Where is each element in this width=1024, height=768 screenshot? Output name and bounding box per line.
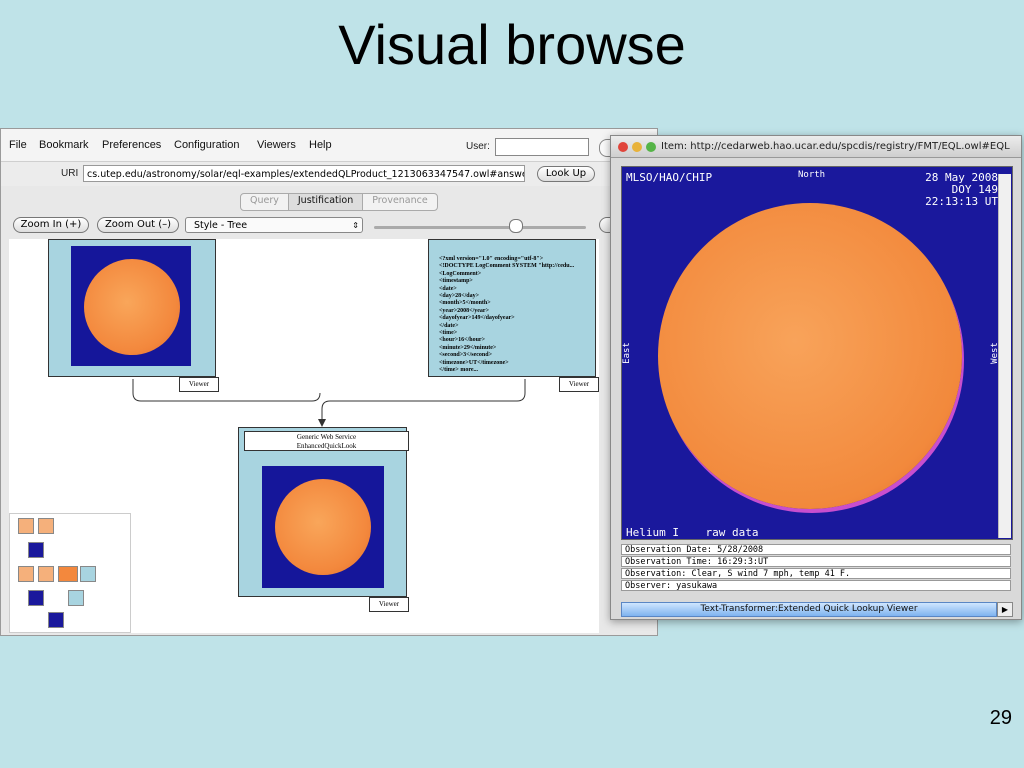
tab-justification[interactable]: Justification bbox=[287, 194, 364, 210]
item-viewer-window: Item: http://cedarweb.hao.ucar.edu/spcdi… bbox=[610, 135, 1022, 620]
view-tabs: Query Justification Provenance bbox=[240, 193, 438, 211]
observation-date: Observation Date: 5/28/2008 bbox=[621, 544, 1011, 555]
tab-provenance[interactable]: Provenance bbox=[363, 194, 436, 210]
observation-time: Observation Time: 16:29:3:UT bbox=[621, 556, 1011, 567]
viewer-title: Item: http://cedarweb.hao.ucar.edu/spcdi… bbox=[661, 141, 1010, 152]
style-select-value: Style - Tree bbox=[194, 220, 248, 231]
graph-minimap[interactable] bbox=[9, 513, 131, 633]
image-time: 22:13:13 UT bbox=[925, 195, 998, 208]
sun-disk bbox=[658, 203, 962, 509]
image-bottom-label: Helium I raw data bbox=[626, 526, 759, 539]
menu-file[interactable]: File bbox=[9, 139, 27, 151]
menu-viewers[interactable]: Viewers bbox=[257, 139, 296, 151]
uri-input[interactable]: cs.utep.edu/astronomy/solar/eql-examples… bbox=[83, 165, 525, 182]
xml-snippet: <?xml version="1.0" encoding="utf-8"> <!… bbox=[439, 256, 575, 374]
viewer-button[interactable]: Viewer bbox=[179, 377, 219, 392]
observatory-label: MLSO/HAO/CHIP bbox=[626, 171, 713, 184]
style-select[interactable]: Style - Tree ⇕ bbox=[185, 217, 363, 233]
provenance-browser-window: File Bookmark Preferences Configuration … bbox=[0, 128, 658, 636]
zoom-slider-knob[interactable] bbox=[509, 219, 524, 233]
service-method: EnhancedQuickLook bbox=[296, 442, 357, 450]
image-scrollbar[interactable] bbox=[998, 174, 1011, 538]
viewer-button[interactable]: Viewer bbox=[559, 377, 599, 392]
graph-toolbar: Zoom In (+) Zoom Out (–) Style - Tree ⇕ bbox=[1, 215, 657, 239]
user-label: User: bbox=[466, 141, 490, 152]
zoom-in-button[interactable]: Zoom In (+) bbox=[13, 217, 89, 233]
menu-preferences[interactable]: Preferences bbox=[102, 139, 161, 151]
menu-bookmark[interactable]: Bookmark bbox=[39, 139, 89, 151]
viewer-button[interactable]: Viewer bbox=[369, 597, 409, 612]
solar-image: MLSO/HAO/CHIP North 28 May 2008 DOY 149 … bbox=[621, 166, 1013, 540]
zoom-slider-track[interactable] bbox=[374, 226, 586, 229]
graph-node-xml[interactable]: <?xml version="1.0" encoding="utf-8"> <!… bbox=[428, 239, 596, 377]
uri-bar: URI cs.utep.edu/astronomy/solar/eql-exam… bbox=[1, 162, 657, 186]
chevron-updown-icon: ⇕ bbox=[352, 221, 359, 230]
close-icon[interactable] bbox=[618, 142, 628, 152]
tab-query[interactable]: Query bbox=[241, 194, 288, 210]
east-label: East bbox=[621, 342, 632, 364]
transformer-select[interactable]: Text-Transformer:Extended Quick Lookup V… bbox=[621, 602, 997, 617]
play-icon[interactable]: ▶ bbox=[997, 602, 1013, 617]
graph-node-service[interactable]: Generic Web Service EnhancedQuickLook bbox=[238, 427, 409, 597]
zoom-icon[interactable] bbox=[646, 142, 656, 152]
slide-title: Visual browse bbox=[338, 13, 686, 76]
graph-node-image[interactable] bbox=[48, 239, 216, 377]
observation-conditions: Observation: Clear, S wind 7 mph, temp 4… bbox=[621, 568, 1011, 579]
minimize-icon[interactable] bbox=[632, 142, 642, 152]
solar-image-thumbnail bbox=[262, 466, 384, 588]
user-input[interactable] bbox=[495, 138, 589, 156]
solar-image-thumbnail bbox=[71, 246, 191, 366]
service-name: Generic Web Service bbox=[296, 433, 357, 441]
service-label: Generic Web Service EnhancedQuickLook bbox=[244, 431, 409, 451]
menu-configuration[interactable]: Configuration bbox=[174, 139, 239, 151]
menu-help[interactable]: Help bbox=[309, 139, 332, 151]
look-up-button[interactable]: Look Up bbox=[537, 166, 595, 182]
observer-name: Observer: yasukawa bbox=[621, 580, 1011, 591]
north-label: North bbox=[798, 170, 826, 180]
page-number: 29 bbox=[989, 707, 1012, 729]
viewer-title-bar[interactable]: Item: http://cedarweb.hao.ucar.edu/spcdi… bbox=[611, 136, 1021, 158]
menu-bar: File Bookmark Preferences Configuration … bbox=[1, 129, 657, 162]
uri-label: URI bbox=[61, 168, 79, 179]
zoom-out-button[interactable]: Zoom Out (–) bbox=[97, 217, 179, 233]
